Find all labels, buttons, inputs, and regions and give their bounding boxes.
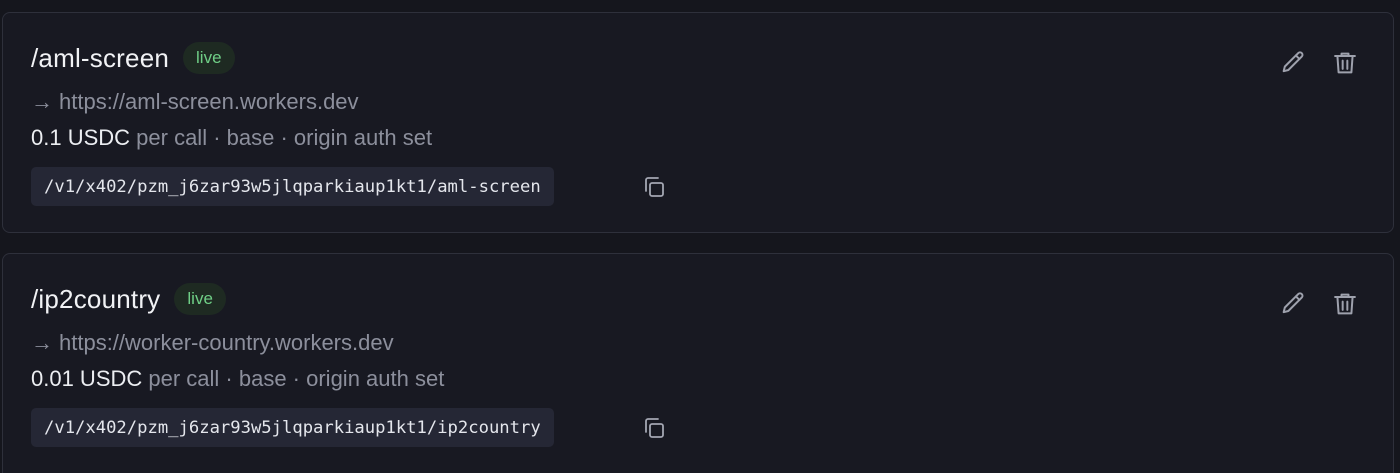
route-path: /ip2country [31, 283, 161, 314]
price-amount: 0.01 USDC [31, 366, 143, 391]
route-target: → https://aml-screen.workers.dev [31, 89, 359, 115]
price-details: per call · base · origin auth set [142, 366, 445, 391]
route-header: /aml-screen live [31, 41, 235, 75]
delete-route-button[interactable] [1329, 288, 1361, 320]
copy-icon [642, 416, 666, 440]
price-details: per call · base · origin auth set [130, 125, 433, 150]
status-badge: live [174, 283, 226, 315]
price-amount: 0.1 USDC [31, 125, 131, 150]
arrow-right-icon: → [31, 330, 53, 355]
copy-endpoint-button[interactable] [640, 173, 668, 201]
edit-route-button[interactable] [1277, 47, 1309, 79]
target-url: https://aml-screen.workers.dev [59, 89, 359, 114]
delete-route-button[interactable] [1329, 47, 1361, 79]
edit-route-button[interactable] [1277, 288, 1309, 320]
copy-endpoint-button[interactable] [640, 414, 668, 442]
trash-icon [1331, 49, 1359, 77]
route-path: /aml-screen [31, 42, 170, 73]
route-pricing: 0.1 USDC per call · base · origin auth s… [31, 125, 432, 151]
arrow-right-icon: → [31, 89, 53, 114]
target-url: https://worker-country.workers.dev [59, 330, 394, 355]
pencil-icon [1279, 49, 1307, 77]
endpoint-path: /v1/x402/pzm_j6zar93w5jlqparkiaup1kt1/ip… [31, 408, 554, 447]
status-badge: live [183, 42, 235, 74]
route-list: /aml-screen live → https://aml-screen.wor… [0, 0, 1400, 473]
route-target: → https://worker-country.workers.dev [31, 330, 394, 356]
trash-icon [1331, 290, 1359, 318]
pencil-icon [1279, 290, 1307, 318]
route-card: /ip2country live → https://worker-country… [2, 253, 1394, 473]
route-card: /aml-screen live → https://aml-screen.wor… [2, 12, 1394, 233]
route-header: /ip2country live [31, 282, 226, 316]
endpoint-path: /v1/x402/pzm_j6zar93w5jlqparkiaup1kt1/am… [31, 167, 554, 206]
copy-icon [642, 175, 666, 199]
route-pricing: 0.01 USDC per call · base · origin auth … [31, 366, 444, 392]
